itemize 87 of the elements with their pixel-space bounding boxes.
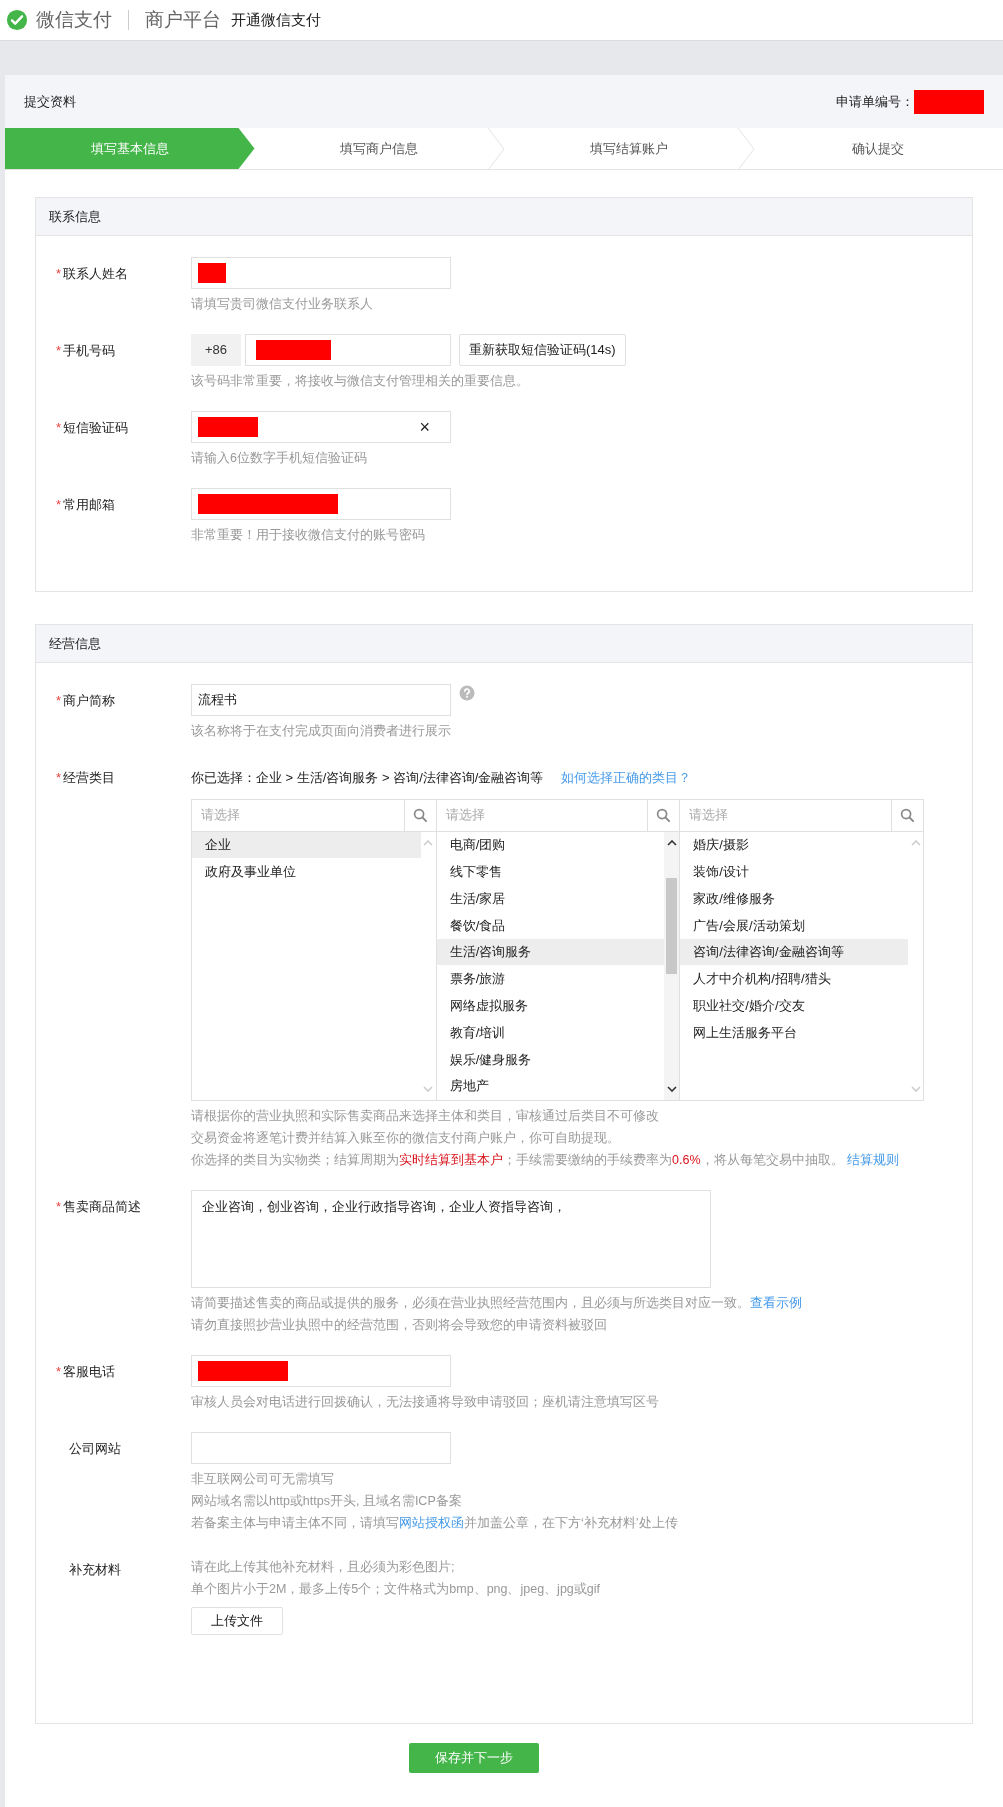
hint-text: 请输入6位数字手机短信验证码 [191, 450, 368, 467]
required-mark: * [56, 1362, 62, 1381]
caret-up-icon[interactable] [666, 839, 677, 846]
search-icon[interactable] [900, 807, 915, 823]
section-title: 经营信息 [36, 625, 972, 663]
field-label: 常用邮箱 [63, 496, 116, 514]
panel-title: 提交资料 [24, 92, 76, 111]
field-label: 商户简称 [63, 692, 116, 710]
required-mark: * [56, 1197, 62, 1216]
scrollbar[interactable] [664, 831, 680, 1100]
category-item[interactable]: 装饰/设计 [680, 858, 908, 886]
search-field[interactable]: 请选择 [192, 799, 404, 831]
category-item[interactable]: 电商/团购 [436, 831, 665, 859]
search-field[interactable]: 请选择 [680, 799, 891, 831]
hint-text: 请根据你的营业执照和实际售卖商品来选择主体和类目，审核通过后类目不可修改 [191, 1107, 660, 1125]
hint-text: 网站域名需以http或https开头, 且域名需ICP备案 [191, 1492, 463, 1510]
category-item[interactable]: 票务/旅游 [436, 965, 665, 993]
field-label: 补充材料 [69, 1560, 121, 1579]
hint-text: 单个图片小于2M，最多上传5个；文件格式为bmp、png、jpeg、jpg或gif [191, 1580, 600, 1598]
category-item[interactable]: 生活/咨询服务 [436, 938, 665, 966]
field-label: 经营类目 [63, 769, 116, 787]
input-field[interactable] [191, 488, 451, 520]
search-field[interactable]: 请选择 [436, 799, 648, 831]
logo-icon [6, 9, 28, 31]
required-mark: * [56, 342, 62, 360]
required-mark: * [56, 692, 62, 710]
required-mark: * [56, 496, 62, 514]
required-mark: * [56, 419, 62, 437]
hint-text: 审核人员会对电话进行回拨确认，无法接通将导致申请驳回；座机请注意填写区号 [191, 1393, 659, 1411]
step-tab[interactable]: 填写结算账户 [504, 128, 754, 169]
hint-text: 交易资金将逐笔计费并结算入账至你的微信支付商户账户，你可自助提现。 [191, 1129, 621, 1147]
hint-text: 请在此上传其他补充材料，且必须为彩色图片; [191, 1558, 456, 1576]
hint-text: 请勿直接照抄营业执照中的经营范围，否则将会导致您的申请资料被驳回 [191, 1316, 608, 1334]
input-field[interactable] [191, 257, 451, 289]
category-item[interactable]: 生活/家居 [436, 885, 665, 912]
category-item[interactable]: 政府及事业单位 [192, 858, 421, 886]
category-item[interactable]: 网上生活服务平台 [680, 1019, 908, 1046]
clear-button[interactable]: × [419, 413, 430, 441]
category-item[interactable]: 家政/维修服务 [680, 885, 908, 912]
help-icon[interactable] [459, 685, 475, 701]
upload-button[interactable]: 上传文件 [191, 1606, 283, 1635]
category-item[interactable]: 企业 [192, 831, 421, 859]
hint-text: 请填写贵司微信支付业务联系人 [191, 296, 374, 313]
category-item[interactable]: 线下零售 [436, 858, 665, 886]
resend-code-button[interactable]: 重新获取短信验证码(14s) [459, 334, 626, 366]
country-code: +86 [191, 334, 241, 366]
application-number-label: 申请单编号： [836, 92, 914, 111]
field-label: 手机号码 [63, 342, 116, 360]
brand-name: 微信支付 [36, 7, 112, 32]
field-label: 客服电话 [63, 1362, 116, 1381]
input-field[interactable]: 流程书 [191, 684, 451, 716]
hint-text: 非常重要！用于接收微信支付的账号密码 [191, 527, 426, 544]
field-label: 联系人姓名 [63, 265, 129, 283]
category-item[interactable]: 广告/会展/活动策划 [680, 911, 908, 939]
required-mark: * [56, 769, 62, 787]
search-icon[interactable] [656, 807, 672, 823]
page-title: 开通微信支付 [231, 9, 321, 30]
category-item[interactable]: 娱乐/健身服务 [436, 1045, 665, 1073]
category-item[interactable]: 房地产 [436, 1072, 665, 1100]
hint-text: 若备案主体与申请主体不同，请填写网站授权函并加盖公章，在下方‘补充材料’处上传 [191, 1514, 678, 1532]
field-label: 公司网站 [69, 1439, 121, 1458]
category-item[interactable]: 餐饮/食品 [436, 911, 665, 939]
category-item[interactable]: 教育/培训 [436, 1019, 665, 1046]
category-item[interactable]: 网络虚拟服务 [436, 992, 665, 1020]
text-area[interactable]: 企业咨询，创业咨询，企业行政指导咨询，企业人资指导咨询， [191, 1189, 711, 1288]
field-label: 售卖商品简述 [63, 1197, 142, 1216]
input-field[interactable] [191, 1431, 451, 1464]
hint-text: 非互联网公司可无需填写 [191, 1470, 335, 1488]
input-field[interactable]: × [191, 411, 451, 443]
input-field[interactable] [191, 1354, 451, 1387]
hint-text: 你选择的类目为实物类；结算周期为实时结算到基本户；手续需要缴纳的手续费率为0.6%，将从每笔交易中抽取。 结算规则 [191, 1151, 900, 1169]
required-mark: * [56, 265, 62, 283]
platform-name: 商户平台 [145, 7, 221, 32]
search-icon[interactable] [412, 807, 428, 823]
section-title: 联系信息 [36, 198, 972, 236]
category-item[interactable]: 咨询/法律咨询/金融咨询等 [680, 938, 908, 966]
category-item[interactable]: 人才中介机构/招聘/猎头 [680, 965, 908, 993]
step-tab[interactable]: 确认提交 [753, 128, 1003, 169]
category-item[interactable]: 婚庆/摄影 [680, 831, 908, 859]
step-tab[interactable]: 填写商户信息 [254, 128, 504, 169]
hint-text: 该名称将于在支付完成页面向消费者进行展示 [191, 723, 452, 740]
category-item[interactable]: 职业社交/婚介/交友 [680, 992, 908, 1020]
caret-down-icon[interactable] [666, 1085, 677, 1092]
selection-path: 你已选择：企业 > 生活/咨询服务 > 咨询/法律咨询/金融咨询等 [191, 769, 544, 787]
hint-text: 该号码非常重要，将接收与微信支付管理相关的重要信息。 [191, 373, 530, 390]
field-label: 短信验证码 [63, 419, 129, 437]
input-field[interactable] [245, 334, 451, 366]
